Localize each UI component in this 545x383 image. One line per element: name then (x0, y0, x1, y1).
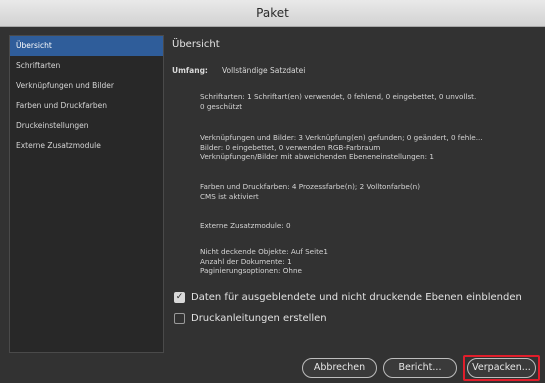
page-title: Übersicht (172, 39, 220, 50)
sidebar-item-colors-inks[interactable]: Farben und Druckfarben (10, 96, 163, 116)
summary-line: Farben und Druckfarben: 4 Prozessfarbe(n… (200, 182, 421, 191)
instructions-option[interactable]: Druckanleitungen erstellen (174, 311, 327, 325)
summary-links: Verknüpfungen und Bilder: 3 Verknüpfung(… (200, 133, 537, 162)
dialog-body: Übersicht Schriftarten Verknüpfungen und… (0, 27, 545, 383)
summary-line: CMS ist aktiviert (200, 191, 259, 201)
summary-line: Anzahl der Dokumente: 1 (200, 256, 292, 266)
instructions-label: Druckanleitungen erstellen (191, 312, 327, 324)
summary-colors: Farben und Druckfarben: 4 Prozessfarbe(n… (200, 182, 537, 201)
scope-row: Umfang: Vollständige Satzdatei (172, 66, 305, 75)
cancel-button[interactable]: Abbrechen (302, 358, 377, 378)
sidebar-item-print-settings[interactable]: Druckeinstellungen (10, 116, 163, 136)
summary-line: Schriftarten: 1 Schriftart(en) verwendet… (200, 92, 477, 101)
summary-line: 0 geschützt (200, 101, 243, 111)
hidden-layers-option[interactable]: ✓ Daten für ausgeblendete und nicht druc… (174, 290, 522, 304)
scope-label: Umfang: (172, 66, 208, 75)
report-button[interactable]: Bericht... (383, 358, 457, 378)
summary-line: Bilder: 0 eingebettet, 0 verwenden RGB-F… (200, 142, 381, 152)
overview-panel: Übersicht Umfang: Vollständige Satzdatei … (172, 35, 537, 353)
summary-line: Nicht deckende Objekte: Auf Seite1 (200, 247, 328, 256)
sidebar-item-overview[interactable]: Übersicht (10, 36, 163, 56)
hidden-layers-label: Daten für ausgeblendete und nicht drucke… (191, 291, 522, 303)
sidebar-item-external-plugins[interactable]: Externe Zusatzmodule (10, 136, 163, 156)
instructions-checkbox[interactable] (174, 312, 185, 324)
summary-plugins: Externe Zusatzmodule: 0 (200, 221, 537, 231)
summary-line: Paginierungsoptionen: Ohne (200, 266, 302, 275)
hidden-layers-checkbox[interactable]: ✓ (174, 291, 185, 303)
summary-line: Verknüpfungen/Bilder mit abweichenden Eb… (200, 152, 434, 161)
summary-fonts: Schriftarten: 1 Schriftart(en) verwendet… (200, 92, 537, 111)
sidebar: Übersicht Schriftarten Verknüpfungen und… (9, 35, 164, 353)
summary-misc: Nicht deckende Objekte: Auf Seite1 Anzah… (200, 247, 537, 276)
summary-line: Verknüpfungen und Bilder: 3 Verknüpfung(… (200, 133, 483, 142)
sidebar-item-fonts[interactable]: Schriftarten (10, 56, 163, 76)
window-title: Paket (0, 0, 545, 27)
scope-value: Vollständige Satzdatei (221, 66, 306, 75)
package-button-highlight (463, 355, 540, 381)
summary-line: Externe Zusatzmodule: 0 (200, 221, 291, 230)
sidebar-item-links-images[interactable]: Verknüpfungen und Bilder (10, 76, 163, 96)
